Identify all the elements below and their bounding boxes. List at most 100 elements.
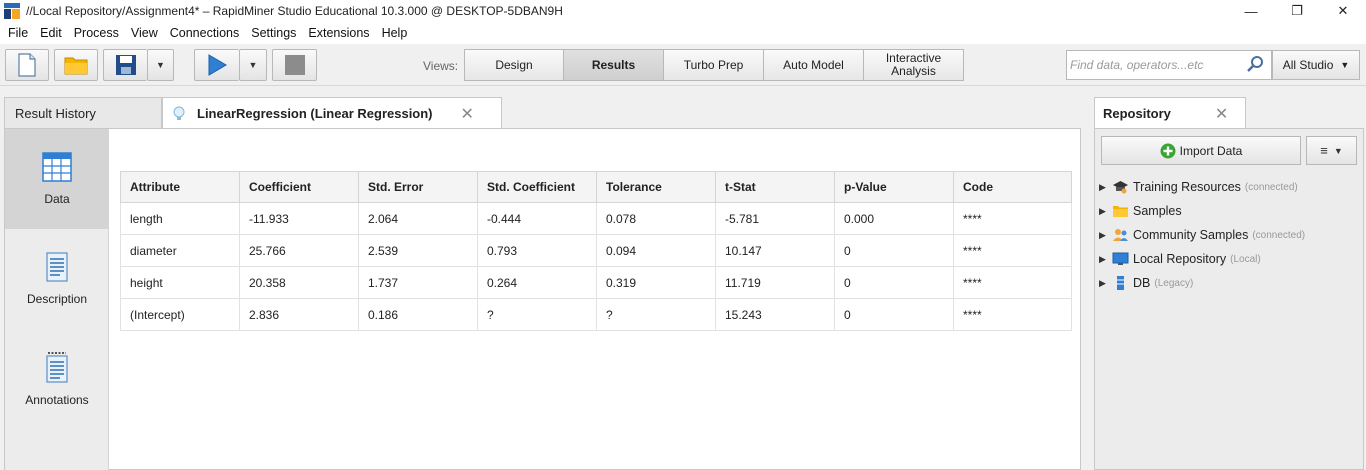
table-cell: diameter	[120, 234, 240, 267]
view-turbo-prep[interactable]: Turbo Prep	[664, 49, 764, 81]
repo-item-db[interactable]: ▶ DB (Legacy)	[1099, 271, 1305, 295]
maximize-button[interactable]: ❐	[1274, 0, 1320, 22]
chevron-down-icon: ▼	[1333, 145, 1343, 156]
column-header[interactable]: Attribute	[120, 171, 240, 203]
view-auto-model[interactable]: Auto Model	[764, 49, 864, 81]
repo-item-label: Samples	[1133, 204, 1182, 218]
tab-label: Result History	[15, 105, 96, 121]
menu-view[interactable]: View	[125, 26, 164, 40]
column-header[interactable]: Std. Coefficient	[477, 171, 597, 203]
close-icon[interactable]: ✕	[1215, 104, 1228, 124]
expand-arrow-icon[interactable]: ▶	[1099, 230, 1109, 241]
save-button[interactable]	[103, 49, 147, 81]
column-header[interactable]: Coefficient	[239, 171, 359, 203]
search-input[interactable]	[1067, 52, 1237, 78]
table-cell: 2.539	[358, 234, 478, 267]
all-studio-dropdown[interactable]: All Studio ▼	[1272, 50, 1360, 80]
table-row[interactable]: height 20.358 1.737 0.264 0.319 11.719 0…	[120, 266, 1072, 299]
table-cell: 10.147	[715, 234, 835, 267]
save-options-dropdown[interactable]: ▼	[147, 49, 174, 81]
menu-edit[interactable]: Edit	[34, 26, 68, 40]
table-cell: 1.737	[358, 266, 478, 299]
save-icon	[115, 55, 136, 75]
menu-connections[interactable]: Connections	[164, 26, 246, 40]
nav-annotations[interactable]: Annotations	[5, 329, 109, 429]
tab-label: Repository	[1103, 106, 1171, 121]
menu-extensions[interactable]: Extensions	[302, 26, 375, 40]
lightbulb-icon	[173, 106, 185, 120]
menu-file[interactable]: File	[2, 26, 34, 40]
repository-menu-button[interactable]: ≡ ▼	[1306, 136, 1357, 165]
table-row[interactable]: (Intercept) 2.836 0.186 ? ? 15.243 0 ***…	[120, 298, 1072, 331]
document-icon	[46, 252, 68, 282]
nav-label: Annotations	[25, 393, 89, 407]
search-icon[interactable]	[1245, 55, 1265, 75]
nav-data[interactable]: Data	[5, 129, 109, 229]
table-cell: 0.000	[834, 202, 954, 235]
open-process-button[interactable]	[54, 49, 98, 81]
results-tab-bar: Result History LinearRegression (Linear …	[4, 97, 502, 129]
stop-icon	[284, 55, 305, 75]
column-header[interactable]: Code	[953, 171, 1072, 203]
nav-label: Data	[44, 192, 70, 206]
run-options-dropdown[interactable]: ▼	[239, 49, 267, 81]
column-header[interactable]: p-Value	[834, 171, 954, 203]
column-header[interactable]: t-Stat	[715, 171, 835, 203]
expand-arrow-icon[interactable]: ▶	[1099, 182, 1109, 193]
expand-arrow-icon[interactable]: ▶	[1099, 206, 1109, 217]
table-cell: 0	[834, 298, 954, 331]
view-interactive-analysis[interactable]: Interactive Analysis	[864, 49, 964, 81]
title-bar: //Local Repository/Assignment4* – RapidM…	[0, 0, 1366, 22]
table-cell: 0.264	[477, 266, 597, 299]
repo-item-local-repository[interactable]: ▶ Local Repository (Local)	[1099, 247, 1305, 271]
table-cell: ?	[477, 298, 597, 331]
tab-result-history[interactable]: Result History	[4, 97, 162, 128]
repo-item-status: (Local)	[1230, 253, 1261, 265]
view-results[interactable]: Results	[564, 49, 664, 81]
table-icon	[42, 152, 72, 182]
table-cell: ****	[953, 298, 1072, 331]
column-header[interactable]: Std. Error	[358, 171, 478, 203]
menu-help[interactable]: Help	[376, 26, 414, 40]
rapidminer-logo-icon	[4, 3, 20, 19]
play-icon	[208, 54, 227, 76]
expand-arrow-icon[interactable]: ▶	[1099, 278, 1109, 289]
table-cell: -11.933	[239, 202, 359, 235]
repo-item-label: Local Repository	[1133, 252, 1227, 266]
table-cell: 0.186	[358, 298, 478, 331]
table-cell: ****	[953, 266, 1072, 299]
table-row[interactable]: diameter 25.766 2.539 0.793 0.094 10.147…	[120, 234, 1072, 267]
repo-item-samples[interactable]: ▶ Samples	[1099, 199, 1305, 223]
column-header[interactable]: Tolerance	[596, 171, 716, 203]
view-design[interactable]: Design	[464, 49, 564, 81]
tab-repository[interactable]: Repository ✕	[1094, 97, 1246, 129]
folder-icon	[64, 57, 88, 75]
menu-settings[interactable]: Settings	[245, 26, 302, 40]
repo-item-community-samples[interactable]: ▶ Community Samples (connected)	[1099, 223, 1305, 247]
table-cell: 0.094	[596, 234, 716, 267]
import-data-label: Import Data	[1179, 143, 1243, 158]
minimize-button[interactable]: —	[1228, 0, 1274, 22]
table-cell: 15.243	[715, 298, 835, 331]
nav-description[interactable]: Description	[5, 229, 109, 329]
menu-process[interactable]: Process	[68, 26, 125, 40]
table-cell: 0.793	[477, 234, 597, 267]
view-switcher: Design Results Turbo Prep Auto Model Int…	[464, 49, 964, 81]
table-cell: 11.719	[715, 266, 835, 299]
table-header-row: Attribute Coefficient Std. Error Std. Co…	[120, 171, 1072, 203]
tab-linear-regression[interactable]: LinearRegression (Linear Regression) ✕	[162, 97, 502, 129]
table-row[interactable]: length -11.933 2.064 -0.444 0.078 -5.781…	[120, 202, 1072, 235]
repo-item-status: (connected)	[1252, 229, 1306, 241]
table-cell: ?	[596, 298, 716, 331]
import-data-button[interactable]: Import Data	[1101, 136, 1301, 165]
stop-process-button[interactable]	[272, 49, 317, 81]
expand-arrow-icon[interactable]: ▶	[1099, 254, 1109, 265]
table-cell: length	[120, 202, 240, 235]
new-process-button[interactable]	[5, 49, 49, 81]
run-process-button[interactable]	[194, 49, 239, 81]
close-icon[interactable]: ✕	[461, 104, 474, 124]
repository-panel: Import Data ≡ ▼ ▶ Training Resources (co…	[1094, 128, 1364, 470]
table-cell: 20.358	[239, 266, 359, 299]
close-window-button[interactable]: ✕	[1320, 0, 1366, 22]
repo-item-training-resources[interactable]: ▶ Training Resources (connected)	[1099, 175, 1305, 199]
